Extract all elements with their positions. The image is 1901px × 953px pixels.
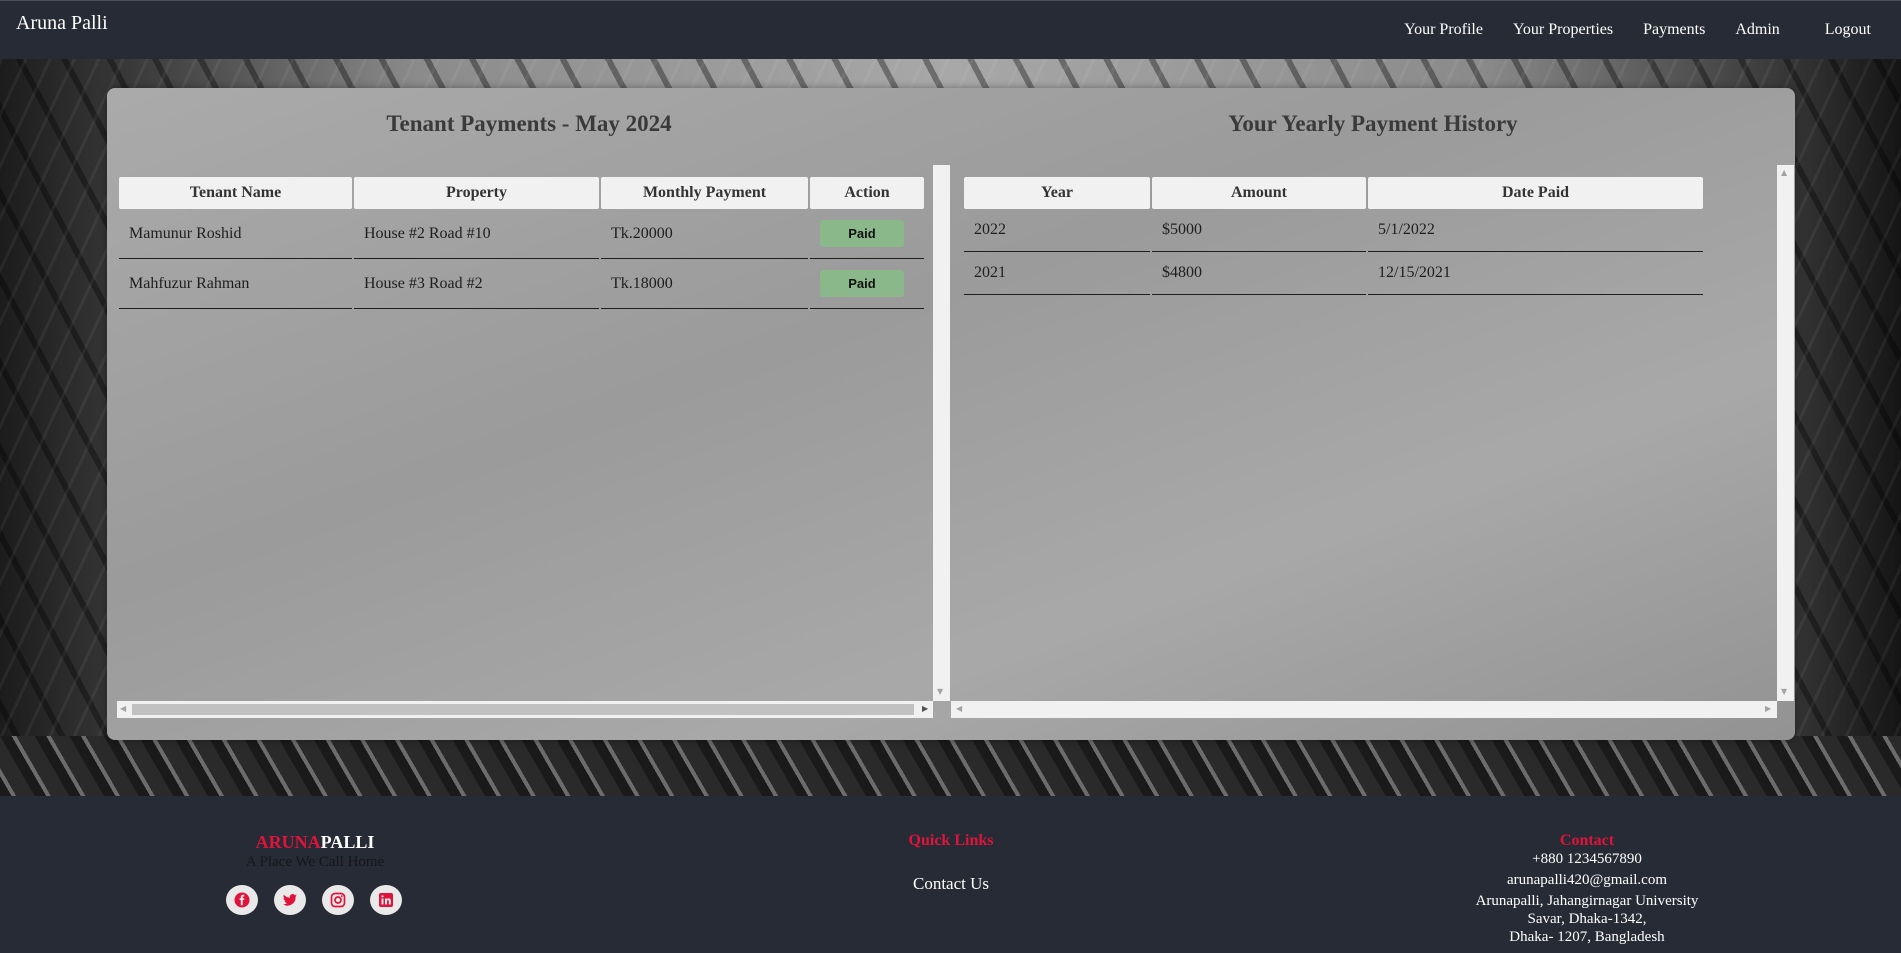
twitter-icon[interactable] bbox=[274, 885, 306, 915]
right-vertical-scrollbar[interactable]: ▲ ▼ bbox=[1777, 165, 1794, 701]
site-footer: ARUNAPALLI A Place We Call Home Quick Li… bbox=[0, 796, 1901, 953]
table-row: Mahfuzur Rahman House #3 Road #2 Tk.1800… bbox=[119, 259, 924, 309]
col-tenant-name: Tenant Name bbox=[119, 177, 352, 209]
facebook-icon[interactable] bbox=[226, 885, 258, 915]
contact-email: arunapalli420@gmail.com bbox=[1506, 872, 1668, 888]
paid-button[interactable]: Paid bbox=[820, 270, 904, 297]
table-header-row: Tenant Name Property Monthly Payment Act… bbox=[119, 177, 924, 209]
nav-logout[interactable]: Logout bbox=[1825, 21, 1871, 39]
footer-brand-red: ARUNA bbox=[255, 832, 321, 852]
col-amount: Amount bbox=[1152, 177, 1366, 209]
left-horizontal-scrollbar[interactable]: ◀ ▶ bbox=[117, 701, 933, 718]
nav-links: Your Profile Your Properties Payments Ad… bbox=[1374, 21, 1871, 39]
col-monthly-payment: Monthly Payment bbox=[601, 177, 808, 209]
col-property: Property bbox=[354, 177, 599, 209]
paid-button[interactable]: Paid bbox=[820, 220, 904, 247]
scroll-thumb[interactable] bbox=[132, 704, 914, 715]
col-year: Year bbox=[964, 177, 1150, 209]
nav-payments[interactable]: Payments bbox=[1643, 21, 1705, 39]
yearly-history-table: Year Amount Date Paid 2022 $5000 5/1/202… bbox=[962, 177, 1705, 295]
brand-logo[interactable]: Aruna Palli bbox=[16, 12, 108, 35]
footer-brand: ARUNAPALLI bbox=[215, 832, 415, 853]
contact-address-line3: Dhaka- 1207, Bangladesh bbox=[1509, 929, 1665, 945]
tenant-action: Paid bbox=[810, 209, 924, 259]
yearly-history-scroll-area[interactable]: Year Amount Date Paid 2022 $5000 5/1/202… bbox=[951, 165, 1794, 718]
linkedin-icon[interactable] bbox=[370, 885, 402, 915]
tenant-action: Paid bbox=[810, 259, 924, 309]
top-navbar: Aruna Palli Your Profile Your Properties… bbox=[0, 0, 1901, 59]
instagram-icon[interactable] bbox=[322, 885, 354, 915]
history-amount: $4800 bbox=[1152, 252, 1366, 295]
tenant-payment: Tk.18000 bbox=[601, 259, 808, 309]
scroll-down-arrow-icon[interactable]: ▼ bbox=[937, 688, 943, 696]
tenant-payments-title: Tenant Payments - May 2024 bbox=[386, 111, 672, 136]
left-vertical-scrollbar[interactable] bbox=[933, 165, 950, 701]
scroll-right-arrow-icon[interactable]: ▶ bbox=[1765, 705, 1771, 713]
contact-phone: +880 1234567890 bbox=[1532, 851, 1642, 867]
tenant-property: House #3 Road #2 bbox=[354, 259, 599, 309]
table-row: Mamunur Roshid House #2 Road #10 Tk.2000… bbox=[119, 209, 924, 259]
history-year: 2022 bbox=[964, 209, 1150, 252]
nav-your-properties[interactable]: Your Properties bbox=[1513, 21, 1613, 39]
tenant-payments-scroll-area[interactable]: Tenant Name Property Monthly Payment Act… bbox=[117, 165, 953, 718]
contact-block: Contact +880 1234567890 arunapalli420@gm… bbox=[1437, 832, 1737, 946]
tenant-payment: Tk.20000 bbox=[601, 209, 808, 259]
history-date: 12/15/2021 bbox=[1368, 252, 1703, 295]
tenant-payments-table: Tenant Name Property Monthly Payment Act… bbox=[117, 177, 926, 309]
contact-us-link[interactable]: Contact Us bbox=[851, 874, 1051, 894]
history-year: 2021 bbox=[964, 252, 1150, 295]
scroll-left-arrow-icon[interactable]: ◀ bbox=[956, 705, 962, 713]
history-amount: $5000 bbox=[1152, 209, 1366, 252]
nav-your-profile[interactable]: Your Profile bbox=[1404, 21, 1483, 39]
scroll-down-arrow-icon[interactable]: ▼ bbox=[1781, 688, 1787, 696]
table-row: 2021 $4800 12/15/2021 bbox=[964, 252, 1703, 295]
tenant-property: House #2 Road #10 bbox=[354, 209, 599, 259]
footer-brand-white: PALLI bbox=[320, 832, 375, 852]
table-row: 2022 $5000 5/1/2022 bbox=[964, 209, 1703, 252]
scroll-right-arrow-icon[interactable]: ▶ bbox=[922, 705, 928, 713]
contact-title: Contact bbox=[1559, 832, 1615, 849]
contact-address-line2: Savar, Dhaka-1342, bbox=[1527, 911, 1647, 927]
tenant-name: Mamunur Roshid bbox=[119, 209, 352, 259]
scroll-left-arrow-icon[interactable]: ◀ bbox=[120, 705, 126, 713]
scroll-up-arrow-icon[interactable]: ▲ bbox=[1781, 169, 1787, 177]
table-header-row: Year Amount Date Paid bbox=[964, 177, 1703, 209]
right-horizontal-scrollbar[interactable]: ◀ ▶ bbox=[951, 701, 1777, 718]
hero-bottom-architecture bbox=[0, 736, 1901, 796]
col-action: Action bbox=[810, 177, 924, 209]
social-links bbox=[226, 885, 418, 915]
yearly-history-title: Your Yearly Payment History bbox=[1228, 111, 1518, 136]
col-date-paid: Date Paid bbox=[1368, 177, 1703, 209]
tenant-name: Mahfuzur Rahman bbox=[119, 259, 352, 309]
footer-tagline: A Place We Call Home bbox=[245, 854, 385, 870]
quick-links-title: Quick Links bbox=[908, 832, 994, 849]
contact-address-line1: Arunapalli, Jahangirnagar University bbox=[1475, 893, 1699, 909]
nav-admin[interactable]: Admin bbox=[1735, 21, 1779, 39]
history-date: 5/1/2022 bbox=[1368, 209, 1703, 252]
